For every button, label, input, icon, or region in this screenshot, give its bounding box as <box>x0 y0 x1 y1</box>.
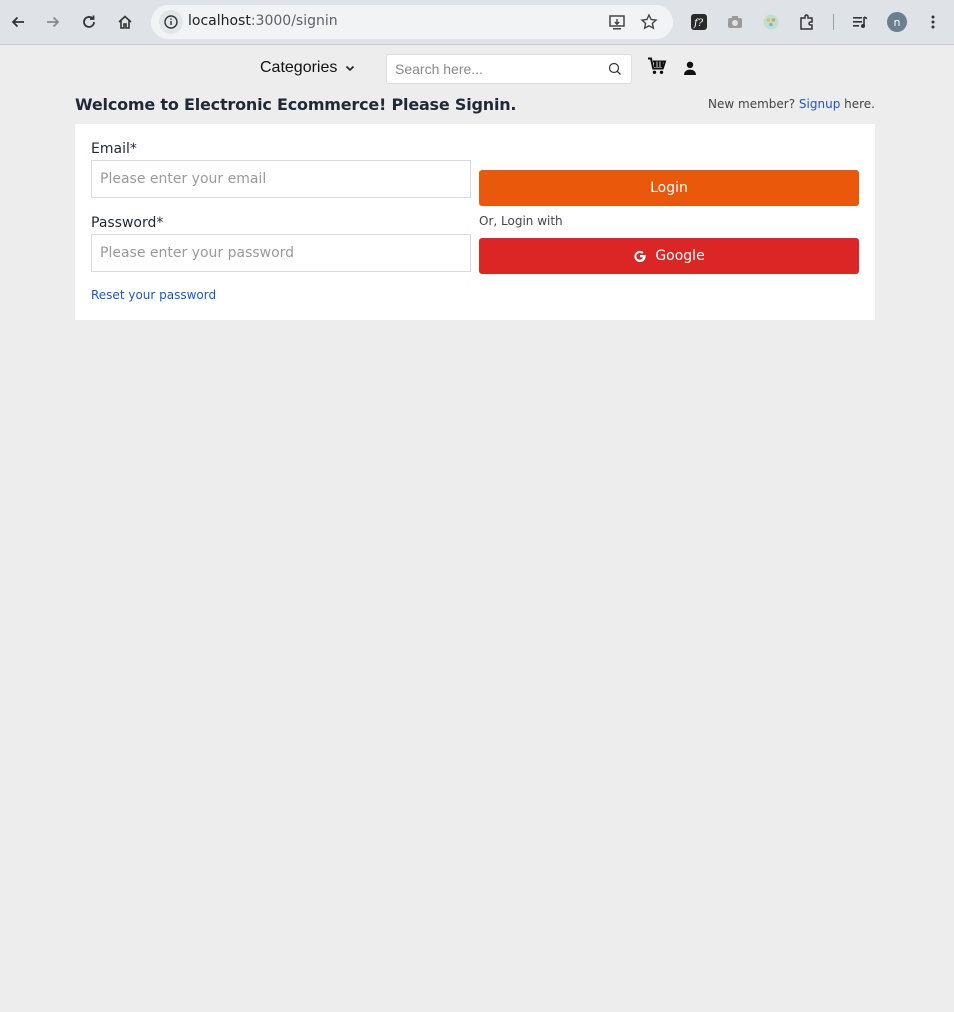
svg-text:f?: f? <box>693 18 704 29</box>
browser-toolbar: localhost:3000/signin f? n <box>0 0 954 45</box>
media-button[interactable] <box>846 8 874 36</box>
url-path: :3000/signin <box>250 13 338 29</box>
search-box <box>386 54 632 84</box>
password-field-wrapper <box>91 234 471 272</box>
kebab-menu-icon <box>931 15 935 29</box>
cart-button[interactable] <box>647 57 667 79</box>
reset-password-link[interactable]: Reset your password <box>91 288 216 302</box>
extension-fx-button[interactable]: f? <box>685 8 713 36</box>
browser-menu-button[interactable] <box>919 8 947 36</box>
back-button[interactable] <box>4 8 32 36</box>
search-icon[interactable] <box>608 62 622 76</box>
email-label: Email* <box>91 141 137 157</box>
google-login-button[interactable]: Google <box>479 238 859 274</box>
extension-color-button[interactable] <box>757 8 785 36</box>
new-member-prefix: New member? <box>708 97 799 111</box>
profile-button[interactable]: n <box>883 8 911 36</box>
reload-button[interactable] <box>75 8 103 36</box>
email-field[interactable] <box>92 161 470 197</box>
back-arrow-icon <box>11 16 24 28</box>
url-host: localhost <box>188 13 251 29</box>
password-field[interactable] <box>92 235 470 271</box>
login-button[interactable]: Login <box>479 170 859 206</box>
fx-extension-icon: f? <box>691 14 707 30</box>
cart-icon <box>648 57 667 74</box>
categories-dropdown[interactable]: Categories <box>260 59 355 77</box>
toolbar-divider <box>833 14 834 30</box>
google-icon <box>634 250 646 263</box>
site-info-icon[interactable] <box>159 10 183 34</box>
home-button[interactable] <box>111 8 139 36</box>
page-title: Welcome to Electronic Ecommerce! Please … <box>75 95 517 114</box>
forward-arrow-icon <box>47 16 60 28</box>
search-input[interactable] <box>395 61 595 77</box>
user-icon <box>684 61 696 75</box>
chevron-down-icon <box>346 65 355 72</box>
extensions-button[interactable] <box>793 8 821 36</box>
categories-label: Categories <box>260 59 338 76</box>
forward-button[interactable] <box>39 8 67 36</box>
signup-link[interactable]: Signup <box>799 97 840 111</box>
reload-icon <box>83 15 95 28</box>
signin-card: Email* Password* Reset your password Log… <box>75 124 875 320</box>
address-bar[interactable]: localhost:3000/signin <box>151 5 673 39</box>
home-icon <box>118 15 132 29</box>
media-queue-icon <box>853 16 868 28</box>
url-text[interactable]: localhost:3000/signin <box>188 13 338 29</box>
email-field-wrapper <box>91 160 471 198</box>
puzzle-icon <box>800 14 813 30</box>
new-member-suffix: here. <box>840 97 875 111</box>
new-member-text: New member? Signup here. <box>708 97 875 111</box>
google-button-label: Google <box>655 248 705 264</box>
password-label: Password* <box>91 215 164 231</box>
profile-avatar: n <box>887 12 907 32</box>
bookmark-star-icon[interactable] <box>637 10 661 34</box>
extension-camera-button[interactable] <box>721 8 749 36</box>
install-app-icon[interactable] <box>605 10 629 34</box>
color-picker-icon <box>763 14 779 30</box>
account-button[interactable] <box>682 60 698 80</box>
camera-icon <box>728 16 742 28</box>
login-button-label: Login <box>650 180 688 196</box>
or-login-with-text: Or, Login with <box>479 214 563 228</box>
